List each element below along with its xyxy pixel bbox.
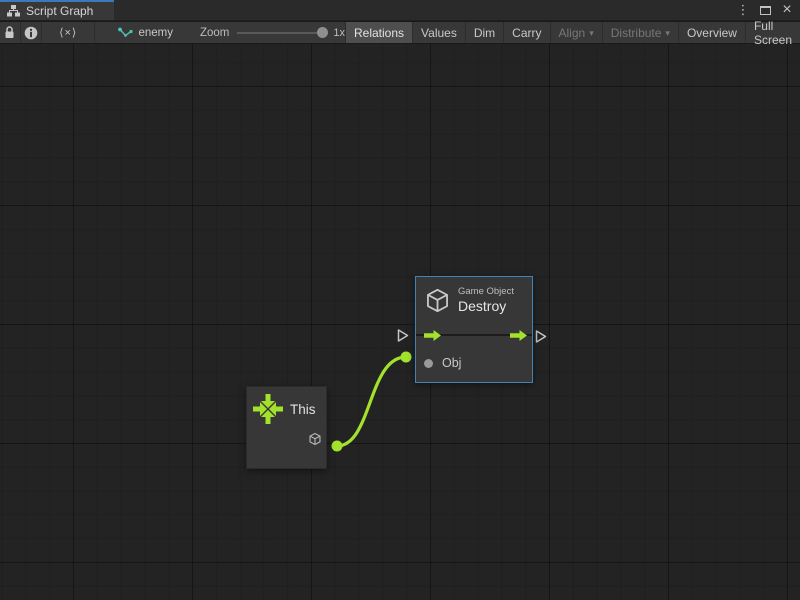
toolbar-button-values[interactable]: Values xyxy=(412,22,465,43)
chevron-down-icon: ▾ xyxy=(589,28,594,39)
zoom-control: Zoom 1x xyxy=(200,22,345,43)
toolbar-button-carry[interactable]: Carry xyxy=(503,22,549,43)
node-destroy-header: Game Object Destroy xyxy=(416,277,532,318)
close-button[interactable]: × xyxy=(778,1,796,19)
button-label: Dim xyxy=(474,26,495,40)
graph-name: enemy xyxy=(138,27,173,39)
graph-toolbar: ⟨×⟩ enemy Zoom 1x Relations Values Dim C… xyxy=(0,22,800,44)
obj-port-row[interactable]: Obj xyxy=(416,348,532,370)
info-icon xyxy=(24,26,38,40)
zoom-slider[interactable] xyxy=(237,32,323,34)
maximize-button[interactable] xyxy=(756,1,774,19)
button-label: Carry xyxy=(512,26,541,40)
node-destroy-titles: Game Object Destroy xyxy=(458,286,514,314)
button-label: Align xyxy=(559,26,586,40)
flow-output-triangle-icon[interactable] xyxy=(535,329,547,344)
zoom-label: Zoom xyxy=(200,27,229,39)
toolbar-button-distribute[interactable]: Distribute ▾ xyxy=(602,22,678,43)
code-view-button[interactable]: ⟨×⟩ xyxy=(42,22,95,43)
button-label: Distribute xyxy=(611,26,662,40)
button-label: Full Screen xyxy=(754,19,792,47)
toolbar-buttons: Relations Values Dim Carry Align ▾ Distr… xyxy=(345,22,800,43)
button-label: Relations xyxy=(354,26,404,40)
tab-label: Script Graph xyxy=(26,4,93,18)
toolbar-button-dim[interactable]: Dim xyxy=(465,22,503,43)
graph-asset-icon xyxy=(118,27,133,39)
zoom-slider-handle[interactable] xyxy=(317,27,328,38)
script-graph-icon xyxy=(7,5,20,17)
wire-end-dot xyxy=(401,352,412,363)
toolbar-button-overview[interactable]: Overview xyxy=(678,22,745,43)
close-icon: × xyxy=(782,1,791,19)
window-titlebar: Script Graph ⋮ × xyxy=(0,0,800,21)
tab-script-graph[interactable]: Script Graph xyxy=(0,0,114,20)
more-options-icon: ⋮ xyxy=(737,2,750,18)
maximize-icon xyxy=(760,6,771,15)
flow-input-triangle-icon[interactable] xyxy=(397,328,409,343)
node-destroy-flow-row xyxy=(416,322,532,348)
flow-out-arrow-icon[interactable] xyxy=(510,330,527,341)
zoom-value: 1x xyxy=(333,27,345,39)
node-title: Destroy xyxy=(458,298,514,314)
graph-reference[interactable]: enemy xyxy=(118,22,173,43)
window-controls: ⋮ × xyxy=(734,0,800,20)
node-title: This xyxy=(290,402,316,417)
graph-canvas[interactable]: Game Object Destroy Obj xyxy=(0,44,800,600)
lock-button[interactable] xyxy=(0,22,21,43)
node-this[interactable]: This xyxy=(246,386,327,469)
chevron-down-icon: ▾ xyxy=(665,28,670,39)
obj-port-label: Obj xyxy=(442,356,461,370)
button-label: Overview xyxy=(687,26,737,40)
node-destroy[interactable]: Game Object Destroy Obj xyxy=(415,276,533,383)
button-label: Values xyxy=(421,26,457,40)
node-category: Game Object xyxy=(458,286,514,297)
node-this-header: This xyxy=(247,387,326,424)
window-menu-button[interactable]: ⋮ xyxy=(734,1,752,19)
connection-wire[interactable] xyxy=(0,44,800,600)
wire-start-dot xyxy=(332,441,343,452)
game-object-cube-icon xyxy=(424,287,451,314)
lock-icon xyxy=(4,26,15,39)
flow-in-arrow-icon[interactable] xyxy=(424,330,441,341)
toolbar-button-relations[interactable]: Relations xyxy=(345,22,412,43)
toolbar-button-align[interactable]: Align ▾ xyxy=(550,22,602,43)
toolbar-button-fullscreen[interactable]: Full Screen xyxy=(745,22,800,43)
this-icon xyxy=(253,394,283,424)
obj-port-dot[interactable] xyxy=(424,359,433,368)
code-view-icon: ⟨×⟩ xyxy=(59,26,77,39)
info-button[interactable] xyxy=(21,22,42,43)
this-output-cube-icon[interactable] xyxy=(308,432,322,446)
